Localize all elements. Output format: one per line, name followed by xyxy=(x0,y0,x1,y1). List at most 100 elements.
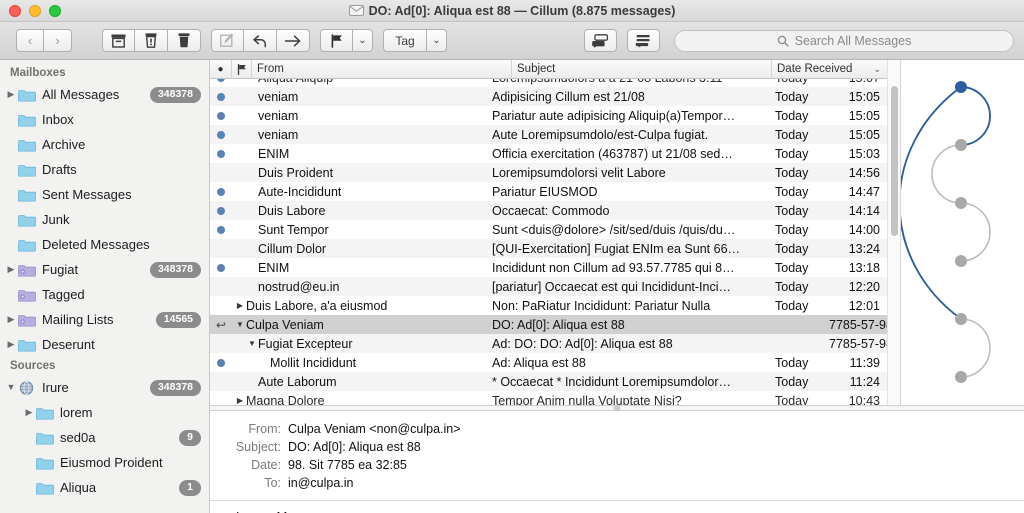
row-status-cell[interactable] xyxy=(210,79,232,82)
sidebar-item-lorem[interactable]: ▶ lorem xyxy=(0,400,209,425)
tag-menu-button[interactable]: ⌄ xyxy=(427,29,447,52)
table-row[interactable]: Duis Labore Occaecat: Commodo Today 14:14 xyxy=(210,201,887,220)
pane-splitter[interactable] xyxy=(210,404,1024,412)
table-row[interactable]: Mollit Incididunt Ad: Aliqua est 88 Today 1… xyxy=(210,353,887,372)
folder-icon xyxy=(18,114,36,127)
scrollbar-thumb[interactable] xyxy=(891,86,898,236)
sidebar-item-deleted-messages[interactable]: Deleted Messages xyxy=(0,232,209,257)
thread-node[interactable] xyxy=(955,255,967,267)
table-row[interactable]: Aute-Incididunt Pariatur EIUSMOD Today 14:4… xyxy=(210,182,887,201)
window-controls[interactable] xyxy=(0,4,61,17)
row-date-time: 13:18 xyxy=(848,260,880,275)
column-header-read[interactable]: ● xyxy=(210,59,232,79)
thread-arc-view[interactable] xyxy=(900,60,1024,405)
forward-icon: › xyxy=(55,33,60,48)
table-row[interactable]: ENIM Incididunt non Cillum ad 93.57.7785 … xyxy=(210,258,887,277)
thread-node[interactable] xyxy=(955,313,967,325)
table-row[interactable]: ↩ ▼ Culpa Veniam DO: Ad[0]: Aliqua est 88 77… xyxy=(210,315,887,334)
row-status-cell[interactable] xyxy=(210,187,232,196)
search-field[interactable]: Search All Messages xyxy=(674,29,1014,52)
disclosure-triangle-closed[interactable]: ▶ xyxy=(4,265,18,274)
row-status-cell[interactable] xyxy=(210,358,232,367)
compose-button[interactable] xyxy=(211,29,244,52)
back-button[interactable]: ‹ xyxy=(16,29,44,52)
archive-button[interactable] xyxy=(102,29,135,52)
thread-node[interactable] xyxy=(955,139,967,151)
disclosure-triangle-closed[interactable]: ▶ xyxy=(4,315,18,324)
column-header-from[interactable]: From xyxy=(252,59,512,79)
disclosure-triangle-closed[interactable]: ▶ xyxy=(234,396,246,405)
mailbox-sidebar[interactable]: Mailboxes ▶ All Messages 348378 Inbox Archive… xyxy=(0,60,210,513)
table-row[interactable]: ENIM Officia exercitation (463787) ut 21/… xyxy=(210,144,887,163)
table-row[interactable]: ▼ Fugiat Excepteur Ad: DO: DO: Ad[0]: Aliq… xyxy=(210,334,887,353)
disclosure-triangle-open[interactable]: ▼ xyxy=(4,383,18,392)
table-row[interactable]: ▶ Magna Dolore Tempor Anim nulla Voluptate… xyxy=(210,391,887,406)
message-list-scrollbar[interactable] xyxy=(887,60,900,405)
table-row[interactable]: ▶ Duis Labore, a'a eiusmod Non: PaRiatur I… xyxy=(210,296,887,315)
row-status-cell[interactable] xyxy=(210,130,232,139)
row-status-cell[interactable] xyxy=(210,206,232,215)
sidebar-item-inbox[interactable]: Inbox xyxy=(0,107,209,132)
thread-node[interactable] xyxy=(955,371,967,383)
disclosure-triangle-open[interactable]: ▼ xyxy=(234,320,246,329)
disclosure-triangle-open[interactable]: ▼ xyxy=(246,339,258,348)
table-row[interactable]: Cillum Dolor [QUI-Exercitation] Fugiat EN… xyxy=(210,239,887,258)
sidebar-item-aliqua[interactable]: Aliqua 1 xyxy=(0,475,209,500)
close-button[interactable] xyxy=(9,4,21,17)
table-row[interactable]: Sunt Tempor Sunt <duis@dolore> /sit/sed/d… xyxy=(210,220,887,239)
sidebar-item-irure[interactable]: ▼ Irure 348378 xyxy=(0,375,209,400)
sidebar-item-tagged[interactable]: Tagged xyxy=(0,282,209,307)
sidebar-item-sed0a[interactable]: sed0a 9 xyxy=(0,425,209,450)
message-rows[interactable]: Aliqua Aliquip Loremipsumdolors a a 21-08… xyxy=(210,79,887,405)
sidebar-item-sent-messages[interactable]: Sent Messages xyxy=(0,182,209,207)
row-status-cell[interactable] xyxy=(210,149,232,158)
row-date-day: Today xyxy=(775,165,809,180)
disclosure-triangle-closed[interactable]: ▶ xyxy=(234,301,246,310)
thread-node-selected[interactable] xyxy=(955,81,967,93)
tag-button[interactable]: Tag xyxy=(383,29,427,52)
table-row[interactable]: Aute Laborum * Occaecat * Incididunt Lore… xyxy=(210,372,887,391)
conversation-view-button[interactable] xyxy=(584,29,617,52)
delete-button[interactable] xyxy=(168,29,201,52)
trash-icon xyxy=(178,33,190,48)
junk-button[interactable] xyxy=(135,29,168,52)
disclosure-triangle-closed[interactable]: ▶ xyxy=(4,340,18,349)
reply-button[interactable] xyxy=(244,29,277,52)
message-list-button[interactable] xyxy=(627,29,660,52)
row-status-cell[interactable] xyxy=(210,92,232,101)
disclosure-triangle-closed[interactable]: ▶ xyxy=(22,408,36,417)
sidebar-item-drafts[interactable]: Drafts xyxy=(0,157,209,182)
message-list-header[interactable]: ● From Subject Date Received ⌄ xyxy=(210,59,887,79)
sidebar-item-deserunt[interactable]: ▶ Deserunt xyxy=(0,332,209,357)
thread-node[interactable] xyxy=(955,197,967,209)
row-status-cell[interactable] xyxy=(210,225,232,234)
sidebar-item-archive[interactable]: Archive xyxy=(0,132,209,157)
sidebar-item-mailing-lists[interactable]: ▶ Mailing Lists 14565 xyxy=(0,307,209,332)
column-header-date[interactable]: Date Received ⌄ xyxy=(772,60,887,79)
table-row[interactable]: veniam Pariatur aute adipisicing Aliquip(… xyxy=(210,106,887,125)
minimize-button[interactable] xyxy=(29,4,41,17)
column-header-subject[interactable]: Subject xyxy=(512,59,772,79)
sidebar-item-junk[interactable]: Junk xyxy=(0,207,209,232)
flag-menu-button[interactable]: ⌄ xyxy=(353,29,373,52)
row-date-day: Today xyxy=(775,279,809,294)
row-status-cell[interactable]: ↩ xyxy=(210,319,232,331)
forward-message-button[interactable] xyxy=(277,29,310,52)
sidebar-item-fugiat[interactable]: ▶ Fugiat 348378 xyxy=(0,257,209,282)
splitter-grip[interactable] xyxy=(613,404,621,412)
table-row[interactable]: nostrud@eu.in [pariatur] Occaecat est qui… xyxy=(210,277,887,296)
sidebar-item-all-messages[interactable]: ▶ All Messages 348378 xyxy=(0,82,209,107)
flag-button[interactable] xyxy=(320,29,353,52)
forward-button[interactable]: › xyxy=(44,29,72,52)
folder-icon xyxy=(36,432,54,445)
disclosure-triangle-closed[interactable]: ▶ xyxy=(4,90,18,99)
row-status-cell[interactable] xyxy=(210,111,232,120)
row-status-cell[interactable] xyxy=(210,263,232,272)
column-header-flag[interactable] xyxy=(232,59,252,79)
table-row[interactable]: Duis Proident Loremipsumdolorsi velit Lab… xyxy=(210,163,887,182)
sidebar-item-eiusmod-proident[interactable]: Eiusmod Proident xyxy=(0,450,209,475)
table-row[interactable]: Aliqua Aliquip Loremipsumdolors a a 21-08… xyxy=(210,79,887,87)
table-row[interactable]: veniam Aute Loremipsumdolo/est-Culpa fugi… xyxy=(210,125,887,144)
zoom-button[interactable] xyxy=(49,4,61,17)
table-row[interactable]: veniam Adipisicing Cillum est 21/08 Today 1… xyxy=(210,87,887,106)
